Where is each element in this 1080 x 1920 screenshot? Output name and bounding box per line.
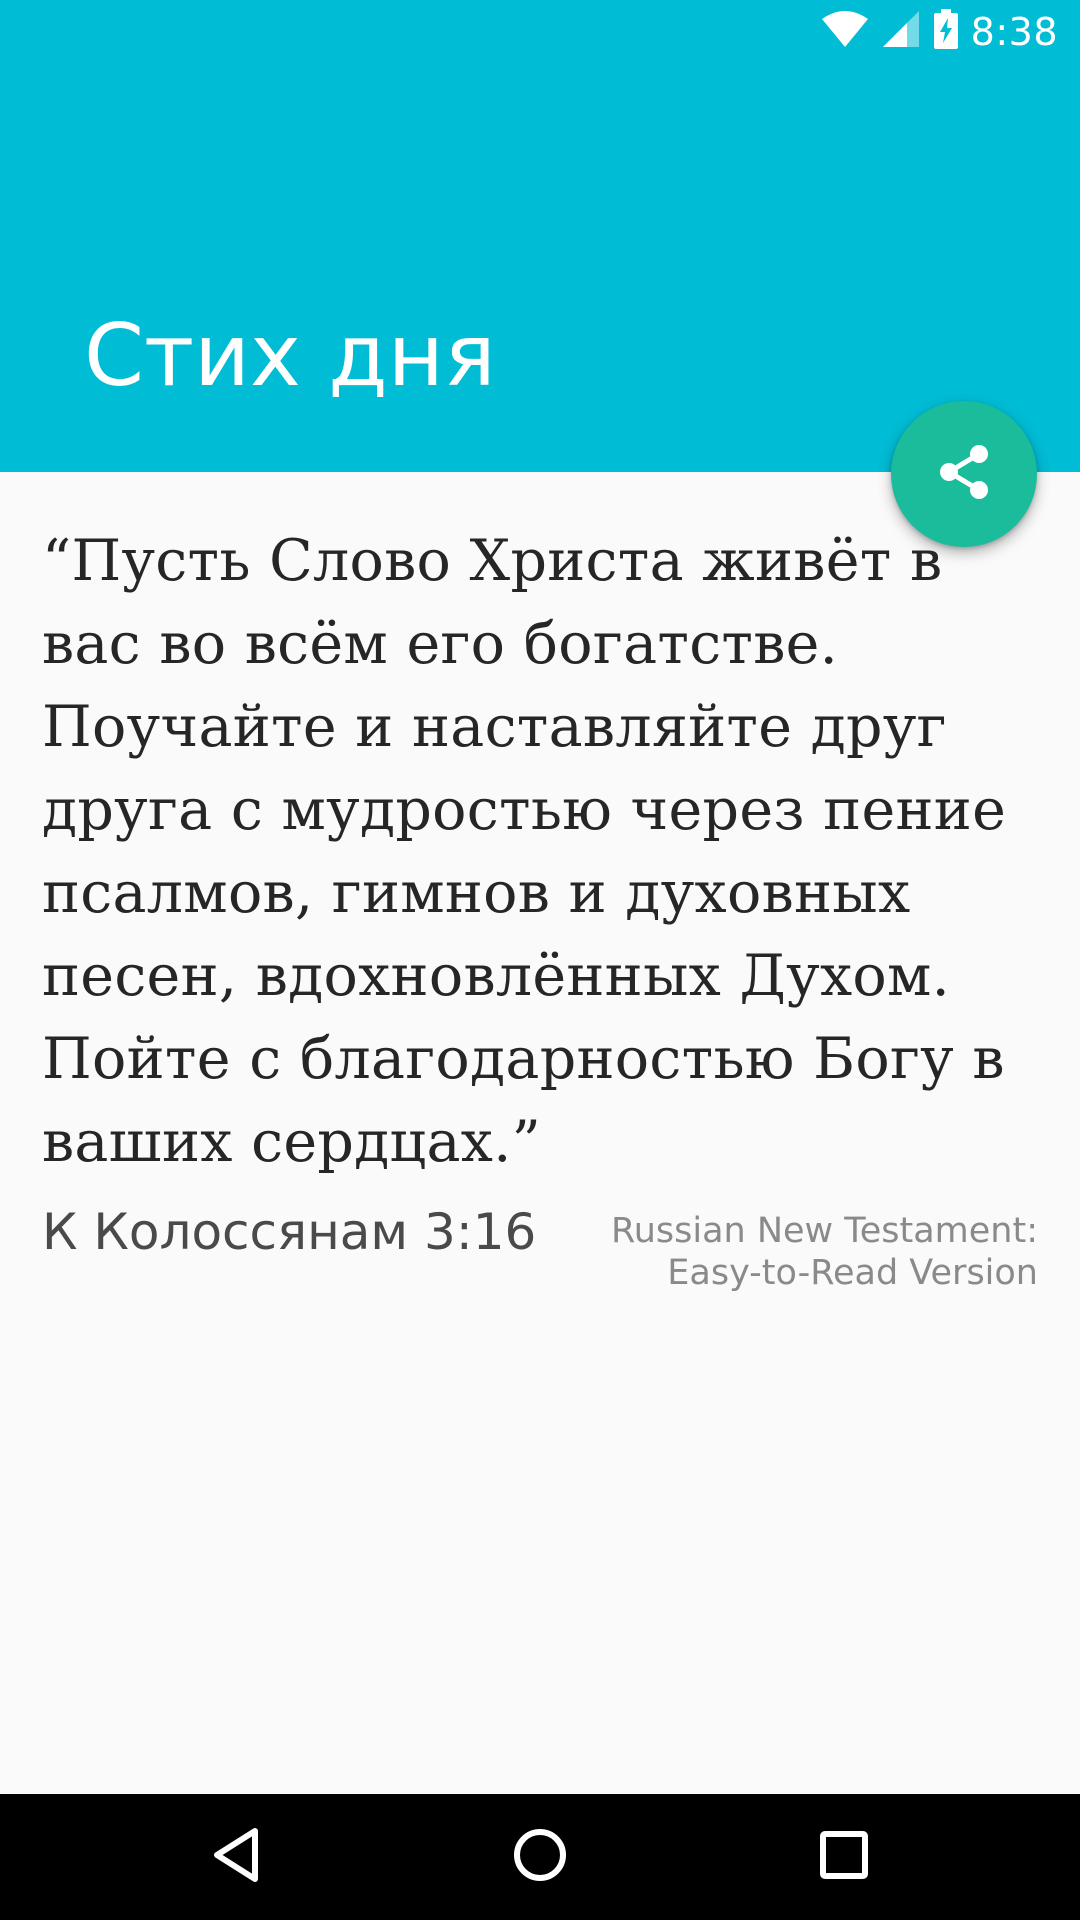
verse-meta: К Колоссянам 3:16 Russian New Testament:… xyxy=(42,1202,1038,1312)
status-icons: 8:38 xyxy=(821,0,1058,63)
status-time: 8:38 xyxy=(970,9,1058,54)
cellular-signal-icon xyxy=(881,9,921,54)
recents-icon xyxy=(819,1830,869,1885)
status-bar: 8:38 xyxy=(0,0,1080,63)
page-title: Стих дня xyxy=(84,306,496,406)
verse-card: “Пусть Слово Христа живёт в вас во всём … xyxy=(42,520,1038,1312)
app-bar: 8:38 Стих дня xyxy=(0,0,1080,472)
back-button[interactable] xyxy=(156,1794,316,1920)
recents-button[interactable] xyxy=(764,1794,924,1920)
back-icon xyxy=(211,1827,261,1888)
share-icon xyxy=(937,444,991,505)
home-button[interactable] xyxy=(460,1794,620,1920)
wifi-icon xyxy=(821,9,869,54)
translation-name: Russian New Testament: Easy-to-Read Vers… xyxy=(610,1211,1038,1293)
home-icon xyxy=(512,1827,568,1888)
verse-reference: К Колоссянам 3:16 xyxy=(42,1203,537,1261)
navigation-bar xyxy=(0,1794,1080,1920)
verse-text: “Пусть Слово Христа живёт в вас во всём … xyxy=(42,528,1007,1175)
battery-charging-icon xyxy=(933,9,959,54)
